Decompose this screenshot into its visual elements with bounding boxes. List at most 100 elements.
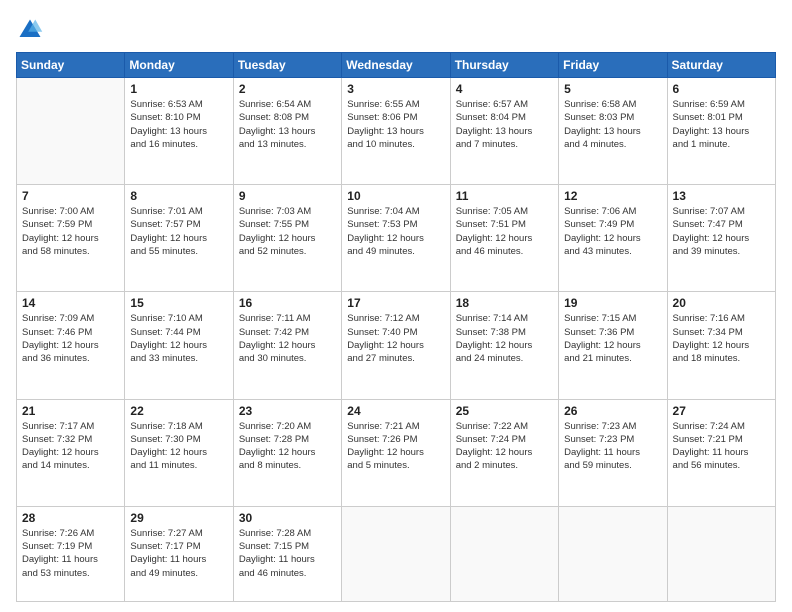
cell-day-number: 11 — [456, 189, 553, 203]
cell-info: Sunrise: 7:23 AM Sunset: 7:23 PM Dayligh… — [564, 420, 661, 473]
cell-info: Sunrise: 7:22 AM Sunset: 7:24 PM Dayligh… — [456, 420, 553, 473]
calendar-cell: 13 Sunrise: 7:07 AM Sunset: 7:47 PM Dayli… — [667, 185, 775, 292]
cell-info: Sunrise: 7:24 AM Sunset: 7:21 PM Dayligh… — [673, 420, 770, 473]
calendar-cell: 30 Sunrise: 7:28 AM Sunset: 7:15 PM Dayli… — [233, 506, 341, 601]
cell-day-number: 17 — [347, 296, 444, 310]
cell-day-number: 30 — [239, 511, 336, 525]
day-header-wednesday: Wednesday — [342, 53, 450, 78]
cell-info: Sunrise: 7:21 AM Sunset: 7:26 PM Dayligh… — [347, 420, 444, 473]
calendar-cell: 5 Sunrise: 6:58 AM Sunset: 8:03 PM Daylig… — [559, 78, 667, 185]
calendar-cell: 29 Sunrise: 7:27 AM Sunset: 7:17 PM Dayli… — [125, 506, 233, 601]
cell-day-number: 22 — [130, 404, 227, 418]
day-header-monday: Monday — [125, 53, 233, 78]
cell-info: Sunrise: 7:10 AM Sunset: 7:44 PM Dayligh… — [130, 312, 227, 365]
cell-info: Sunrise: 7:06 AM Sunset: 7:49 PM Dayligh… — [564, 205, 661, 258]
cell-info: Sunrise: 7:01 AM Sunset: 7:57 PM Dayligh… — [130, 205, 227, 258]
cell-info: Sunrise: 7:11 AM Sunset: 7:42 PM Dayligh… — [239, 312, 336, 365]
cell-info: Sunrise: 7:12 AM Sunset: 7:40 PM Dayligh… — [347, 312, 444, 365]
cell-day-number: 20 — [673, 296, 770, 310]
calendar-cell — [450, 506, 558, 601]
cell-info: Sunrise: 7:07 AM Sunset: 7:47 PM Dayligh… — [673, 205, 770, 258]
cell-info: Sunrise: 7:14 AM Sunset: 7:38 PM Dayligh… — [456, 312, 553, 365]
cell-info: Sunrise: 7:26 AM Sunset: 7:19 PM Dayligh… — [22, 527, 119, 580]
cell-day-number: 10 — [347, 189, 444, 203]
cell-day-number: 23 — [239, 404, 336, 418]
day-header-friday: Friday — [559, 53, 667, 78]
calendar-cell — [667, 506, 775, 601]
cell-info: Sunrise: 7:15 AM Sunset: 7:36 PM Dayligh… — [564, 312, 661, 365]
calendar-cell: 1 Sunrise: 6:53 AM Sunset: 8:10 PM Daylig… — [125, 78, 233, 185]
cell-info: Sunrise: 6:54 AM Sunset: 8:08 PM Dayligh… — [239, 98, 336, 151]
calendar-cell: 4 Sunrise: 6:57 AM Sunset: 8:04 PM Daylig… — [450, 78, 558, 185]
cell-day-number: 28 — [22, 511, 119, 525]
calendar-cell: 12 Sunrise: 7:06 AM Sunset: 7:49 PM Dayli… — [559, 185, 667, 292]
cell-day-number: 8 — [130, 189, 227, 203]
calendar-cell: 26 Sunrise: 7:23 AM Sunset: 7:23 PM Dayli… — [559, 399, 667, 506]
day-header-tuesday: Tuesday — [233, 53, 341, 78]
day-header-sunday: Sunday — [17, 53, 125, 78]
calendar-cell: 6 Sunrise: 6:59 AM Sunset: 8:01 PM Daylig… — [667, 78, 775, 185]
cell-info: Sunrise: 6:57 AM Sunset: 8:04 PM Dayligh… — [456, 98, 553, 151]
day-header-saturday: Saturday — [667, 53, 775, 78]
calendar-cell: 20 Sunrise: 7:16 AM Sunset: 7:34 PM Dayli… — [667, 292, 775, 399]
day-header-thursday: Thursday — [450, 53, 558, 78]
cell-info: Sunrise: 7:16 AM Sunset: 7:34 PM Dayligh… — [673, 312, 770, 365]
calendar-cell: 17 Sunrise: 7:12 AM Sunset: 7:40 PM Dayli… — [342, 292, 450, 399]
calendar-cell: 10 Sunrise: 7:04 AM Sunset: 7:53 PM Dayli… — [342, 185, 450, 292]
cell-day-number: 13 — [673, 189, 770, 203]
calendar-cell: 25 Sunrise: 7:22 AM Sunset: 7:24 PM Dayli… — [450, 399, 558, 506]
cell-info: Sunrise: 6:59 AM Sunset: 8:01 PM Dayligh… — [673, 98, 770, 151]
cell-day-number: 27 — [673, 404, 770, 418]
cell-day-number: 24 — [347, 404, 444, 418]
calendar-cell — [17, 78, 125, 185]
calendar-cell: 22 Sunrise: 7:18 AM Sunset: 7:30 PM Dayli… — [125, 399, 233, 506]
calendar-cell: 14 Sunrise: 7:09 AM Sunset: 7:46 PM Dayli… — [17, 292, 125, 399]
calendar-cell: 21 Sunrise: 7:17 AM Sunset: 7:32 PM Dayli… — [17, 399, 125, 506]
cell-info: Sunrise: 7:17 AM Sunset: 7:32 PM Dayligh… — [22, 420, 119, 473]
calendar-cell — [559, 506, 667, 601]
cell-day-number: 16 — [239, 296, 336, 310]
cell-info: Sunrise: 7:00 AM Sunset: 7:59 PM Dayligh… — [22, 205, 119, 258]
cell-info: Sunrise: 7:03 AM Sunset: 7:55 PM Dayligh… — [239, 205, 336, 258]
cell-info: Sunrise: 7:09 AM Sunset: 7:46 PM Dayligh… — [22, 312, 119, 365]
calendar-cell: 11 Sunrise: 7:05 AM Sunset: 7:51 PM Dayli… — [450, 185, 558, 292]
cell-info: Sunrise: 7:28 AM Sunset: 7:15 PM Dayligh… — [239, 527, 336, 580]
cell-day-number: 19 — [564, 296, 661, 310]
cell-day-number: 7 — [22, 189, 119, 203]
cell-day-number: 26 — [564, 404, 661, 418]
calendar-cell: 23 Sunrise: 7:20 AM Sunset: 7:28 PM Dayli… — [233, 399, 341, 506]
cell-day-number: 29 — [130, 511, 227, 525]
cell-info: Sunrise: 6:55 AM Sunset: 8:06 PM Dayligh… — [347, 98, 444, 151]
cell-day-number: 21 — [22, 404, 119, 418]
cell-day-number: 18 — [456, 296, 553, 310]
calendar-cell: 27 Sunrise: 7:24 AM Sunset: 7:21 PM Dayli… — [667, 399, 775, 506]
cell-info: Sunrise: 7:04 AM Sunset: 7:53 PM Dayligh… — [347, 205, 444, 258]
cell-day-number: 3 — [347, 82, 444, 96]
cell-day-number: 6 — [673, 82, 770, 96]
cell-day-number: 5 — [564, 82, 661, 96]
calendar-cell: 18 Sunrise: 7:14 AM Sunset: 7:38 PM Dayli… — [450, 292, 558, 399]
cell-day-number: 15 — [130, 296, 227, 310]
calendar-cell: 9 Sunrise: 7:03 AM Sunset: 7:55 PM Daylig… — [233, 185, 341, 292]
cell-day-number: 4 — [456, 82, 553, 96]
cell-info: Sunrise: 7:20 AM Sunset: 7:28 PM Dayligh… — [239, 420, 336, 473]
calendar-cell: 16 Sunrise: 7:11 AM Sunset: 7:42 PM Dayli… — [233, 292, 341, 399]
calendar-cell: 28 Sunrise: 7:26 AM Sunset: 7:19 PM Dayli… — [17, 506, 125, 601]
cell-day-number: 14 — [22, 296, 119, 310]
cell-info: Sunrise: 7:27 AM Sunset: 7:17 PM Dayligh… — [130, 527, 227, 580]
calendar-cell: 8 Sunrise: 7:01 AM Sunset: 7:57 PM Daylig… — [125, 185, 233, 292]
cell-info: Sunrise: 7:05 AM Sunset: 7:51 PM Dayligh… — [456, 205, 553, 258]
cell-info: Sunrise: 7:18 AM Sunset: 7:30 PM Dayligh… — [130, 420, 227, 473]
cell-day-number: 25 — [456, 404, 553, 418]
cell-day-number: 2 — [239, 82, 336, 96]
cell-day-number: 1 — [130, 82, 227, 96]
calendar-table: SundayMondayTuesdayWednesdayThursdayFrid… — [16, 52, 776, 602]
calendar-cell: 3 Sunrise: 6:55 AM Sunset: 8:06 PM Daylig… — [342, 78, 450, 185]
logo-icon — [16, 16, 44, 44]
cell-day-number: 12 — [564, 189, 661, 203]
cell-info: Sunrise: 6:58 AM Sunset: 8:03 PM Dayligh… — [564, 98, 661, 151]
calendar-cell: 19 Sunrise: 7:15 AM Sunset: 7:36 PM Dayli… — [559, 292, 667, 399]
cell-info: Sunrise: 6:53 AM Sunset: 8:10 PM Dayligh… — [130, 98, 227, 151]
cell-day-number: 9 — [239, 189, 336, 203]
logo — [16, 16, 48, 44]
